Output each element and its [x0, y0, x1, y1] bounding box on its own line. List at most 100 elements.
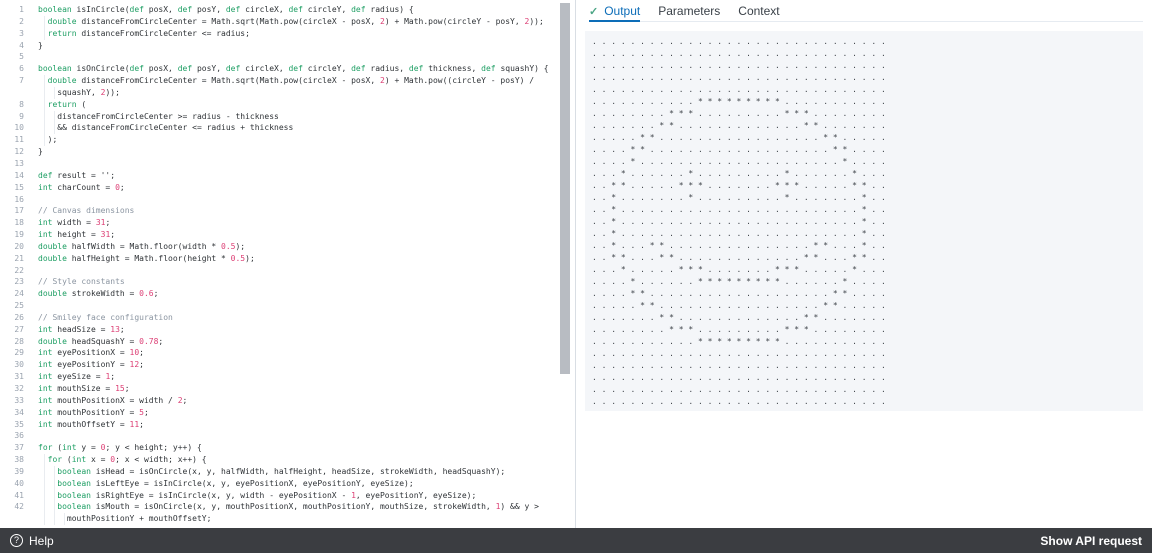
code-line: 5 — [0, 51, 575, 63]
line-number: 9 — [0, 111, 24, 123]
tab-output-label: Output — [604, 4, 640, 18]
code-line: 21double halfHeight = Math.floor(height … — [0, 253, 575, 265]
code-text: boolean isInCircle(def posX, def posY, d… — [38, 4, 414, 16]
ascii-art-row: . . . . * * . . . . . . . . . . . . . . … — [592, 288, 1143, 300]
ascii-art-row: . . . * . . . . . . * . . . . . . . . . … — [592, 168, 1143, 180]
code-area[interactable]: 1boolean isInCircle(def posX, def posY, … — [0, 0, 575, 525]
ascii-art-row: . . * . . . * * . . . . . . . . . . . . … — [592, 240, 1143, 252]
ascii-art-row: . . . . . . . . * * * . . . . . . . . . … — [592, 108, 1143, 120]
editor-scrollbar-thumb[interactable] — [560, 3, 570, 374]
line-number: 13 — [0, 158, 24, 170]
line-number: 42 — [0, 501, 24, 513]
code-line: 25 — [0, 300, 575, 312]
line-number: 26 — [0, 312, 24, 324]
ascii-art-row: . . . . . . . . . . . * * * * * * * * * … — [592, 96, 1143, 108]
ascii-art-row: . . * . . . . . . . . . . . . . . . . . … — [592, 204, 1143, 216]
ascii-art-row: . . * * . . . * * . . . . . . . . . . . … — [592, 252, 1143, 264]
ascii-art-row: . . . . . . . . . . . . . . . . . . . . … — [592, 396, 1143, 408]
code-line: 37for (int y = 0; y < height; y++) { — [0, 442, 575, 454]
indent-guide — [44, 87, 45, 99]
line-number: 12 — [0, 146, 24, 158]
tab-parameters[interactable]: Parameters — [658, 0, 720, 22]
code-line: 26// Smiley face configuration — [0, 312, 575, 324]
line-number: 8 — [0, 99, 24, 111]
bottom-bar: ? Help Show API request — [0, 528, 1152, 553]
code-line: 6boolean isOnCircle(def posX, def posY, … — [0, 63, 575, 75]
line-number: 19 — [0, 229, 24, 241]
code-text: boolean isHead = isOnCircle(x, y, halfWi… — [38, 466, 505, 478]
ascii-art-row: . . . . . * * . . . . . . . . . . . . . … — [592, 300, 1143, 312]
code-text: } — [38, 146, 43, 158]
tab-parameters-label: Parameters — [658, 4, 720, 18]
tab-context[interactable]: Context — [738, 0, 779, 22]
code-line: 30int eyePositionY = 12; — [0, 359, 575, 371]
code-line: 31int eyeSize = 1; — [0, 371, 575, 383]
show-api-request-button[interactable]: Show API request — [1040, 534, 1142, 548]
code-line: 23// Style constants — [0, 276, 575, 288]
line-number: 32 — [0, 383, 24, 395]
code-line: 7 double distanceFromCircleCenter = Math… — [0, 75, 575, 87]
line-number: 28 — [0, 336, 24, 348]
code-line: 32 int mouthSize = 15; — [0, 383, 575, 395]
line-number: 33 — [0, 395, 24, 407]
code-text: int mouthSize = 15; — [38, 383, 130, 395]
line-number: 23 — [0, 276, 24, 288]
code-text: int mouthOffsetY = 11; — [38, 419, 144, 431]
indent-guide — [44, 122, 45, 134]
code-line: 29int eyePositionX = 10; — [0, 347, 575, 359]
code-line: 14def result = ''; — [0, 170, 575, 182]
tab-output[interactable]: ✓ Output — [589, 0, 640, 22]
ascii-art-row: . . . . . . . . . . . . . . . . . . . . … — [592, 372, 1143, 384]
code-text: boolean isLeftEye = isInCircle(x, y, eye… — [38, 478, 414, 490]
code-line: 8 return ( — [0, 99, 575, 111]
code-line: 13 — [0, 158, 575, 170]
line-number: 21 — [0, 253, 24, 265]
result-pane: ✓ Output Parameters Context . . . . . . … — [576, 0, 1152, 528]
indent-guide — [44, 466, 45, 478]
code-editor-pane[interactable]: 1boolean isInCircle(def posX, def posY, … — [0, 0, 575, 528]
code-text: double distanceFromCircleCenter = Math.s… — [38, 75, 534, 87]
help-button[interactable]: ? Help — [10, 534, 54, 548]
code-line: 27int headSize = 13; — [0, 324, 575, 336]
line-number: 24 — [0, 288, 24, 300]
line-number: 20 — [0, 241, 24, 253]
code-line: 34int mouthPositionY = 5; — [0, 407, 575, 419]
code-line: 16 — [0, 194, 575, 206]
indent-guide — [44, 513, 45, 525]
line-number: 6 — [0, 63, 24, 75]
code-text: int eyePositionX = 10; — [38, 347, 144, 359]
code-line: 18int width = 31; — [0, 217, 575, 229]
code-line: 40 boolean isLeftEye = isInCircle(x, y, … — [0, 478, 575, 490]
check-icon: ✓ — [589, 5, 598, 18]
indent-guide — [54, 111, 55, 123]
indent-guide — [54, 466, 55, 478]
code-text: for (int x = 0; x < width; x++) { — [38, 454, 207, 466]
code-line: 3 return distanceFromCircleCenter <= rad… — [0, 28, 575, 40]
code-text: double halfWidth = Math.floor(width * 0.… — [38, 241, 245, 253]
ascii-art-row: . . . . . . . . . . . . . . . . . . . . … — [592, 48, 1143, 60]
code-text: distanceFromCircleCenter >= radius - thi… — [38, 111, 279, 123]
line-number: 14 — [0, 170, 24, 182]
ascii-art-row: . . . . . . . * * . . . . . . . . . . . … — [592, 120, 1143, 132]
line-number: 40 — [0, 478, 24, 490]
code-line: 10 && distanceFromCircleCenter <= radius… — [0, 122, 575, 134]
ascii-art-row: . . * * . . . . . * * * . . . . . . . * … — [592, 180, 1143, 192]
code-line: 11 ); — [0, 134, 575, 146]
main-split: 1boolean isInCircle(def posX, def posY, … — [0, 0, 1152, 528]
code-line: 38 for (int x = 0; x < width; x++) { — [0, 454, 575, 466]
line-number: 41 — [0, 490, 24, 502]
code-text: double strokeWidth = 0.6; — [38, 288, 158, 300]
code-text: ); — [38, 134, 57, 146]
tab-bar-border — [589, 21, 1143, 22]
indent-guide — [64, 513, 65, 525]
code-line: mouthPositionY + mouthOffsetY; — [0, 513, 575, 525]
indent-guide — [54, 478, 55, 490]
code-line: 9 distanceFromCircleCenter >= radius - t… — [0, 111, 575, 123]
code-text: } — [38, 40, 43, 52]
ascii-art-row: . . . . . . . . * * * . . . . . . . . . … — [592, 324, 1143, 336]
code-line: 15int charCount = 0; — [0, 182, 575, 194]
ascii-art-row: . . . . * * . . . . . . . . . . . . . . … — [592, 144, 1143, 156]
line-number: 2 — [0, 16, 24, 28]
line-number — [0, 87, 24, 99]
line-number: 16 — [0, 194, 24, 206]
